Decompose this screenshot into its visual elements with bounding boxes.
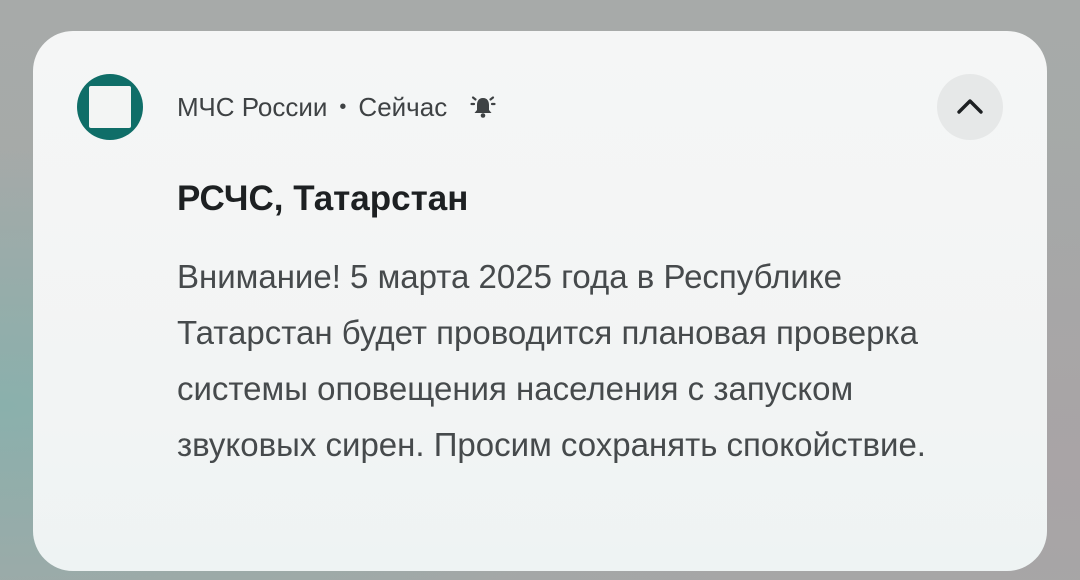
chevron-up-icon bbox=[957, 99, 983, 114]
app-name: МЧС России bbox=[177, 91, 328, 122]
notification-card[interactable]: МЧС России • Сейчас РСЧС, Татарстан Вним… bbox=[33, 31, 1047, 571]
notification-header: МЧС России • Сейчас bbox=[177, 91, 497, 123]
mchs-logo-icon bbox=[77, 74, 143, 140]
notification-time: Сейчас bbox=[358, 91, 448, 122]
app-icon-inner bbox=[89, 86, 131, 128]
collapse-button[interactable] bbox=[937, 74, 1003, 140]
bell-ringing-icon bbox=[469, 93, 497, 121]
notification-title: РСЧС, Татарстан bbox=[177, 179, 469, 218]
notification-message: Внимание! 5 марта 2025 года в Республике… bbox=[177, 258, 926, 463]
header-separator: • bbox=[339, 95, 347, 118]
